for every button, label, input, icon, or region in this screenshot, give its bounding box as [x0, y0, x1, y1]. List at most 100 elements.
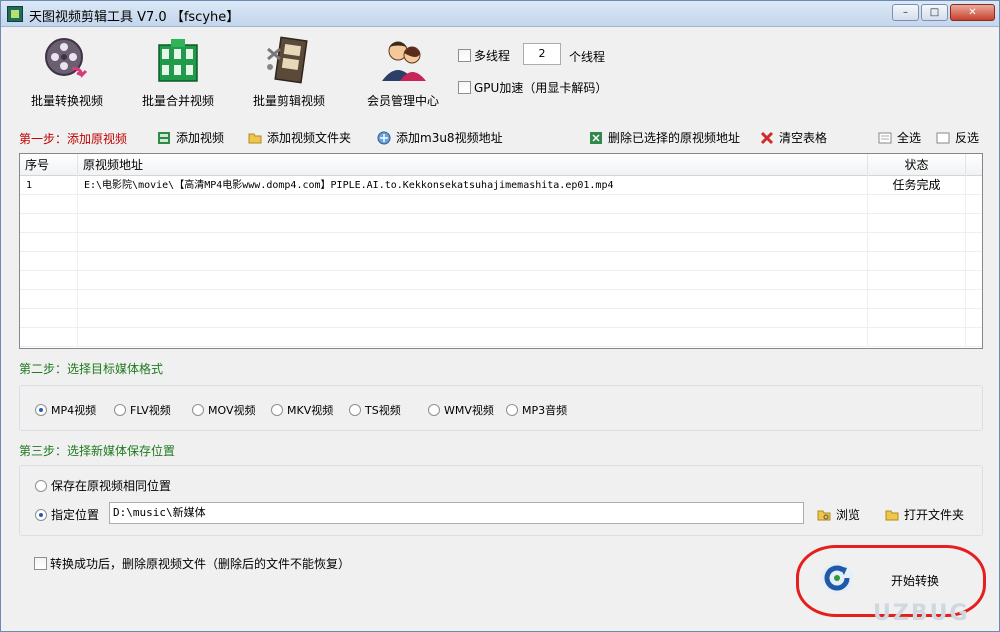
multithread-checkbox[interactable]	[458, 49, 471, 62]
watermark: UZBUG	[873, 601, 970, 626]
table-header: 序号 原视频地址 状态	[20, 154, 982, 176]
format-label: MP3音频	[522, 404, 568, 417]
film-reel-icon	[45, 38, 88, 78]
open-folder-icon	[885, 510, 899, 520]
batch-edit-label: 批量剪辑视频	[252, 94, 325, 108]
format-label: MOV视频	[208, 404, 256, 417]
select-all-icon	[878, 132, 892, 143]
format-option-mp4[interactable]: MP4视频	[35, 402, 96, 418]
table-row-empty	[20, 252, 982, 271]
format-option-wmv[interactable]: WMV视频	[428, 402, 494, 418]
step1-label: 第一步：添加原视频	[19, 132, 128, 146]
row-index: 1	[20, 176, 78, 195]
table-row-empty	[20, 309, 982, 328]
radio-button[interactable]	[35, 508, 47, 521]
browse-folder-icon	[817, 510, 831, 520]
format-option-flv[interactable]: FLV视频	[114, 402, 171, 418]
custom-location-label: 指定位置	[51, 508, 100, 522]
delete-source-checkbox[interactable]	[34, 557, 47, 570]
select-all-label: 全选	[897, 131, 922, 145]
close-button[interactable]: ✕	[950, 4, 995, 21]
window-controls: – □ ✕	[892, 4, 995, 21]
step2-label: 第二步：选择目标媒体格式	[19, 362, 164, 376]
format-option-mp3[interactable]: MP3音频	[506, 402, 567, 418]
window-title: 天图视频剪辑工具 V7.0 【fscyhe】	[29, 10, 240, 25]
add-m3u8-button[interactable]: 添加m3u8视频地址	[377, 129, 503, 146]
radio-button[interactable]	[428, 404, 440, 416]
invert-select-icon	[936, 132, 950, 143]
gpu-option[interactable]: GPU加速（用显卡解码）	[458, 79, 607, 96]
radio-button[interactable]	[506, 404, 518, 416]
format-label: TS视频	[365, 404, 401, 417]
clear-table-label: 清空表格	[779, 131, 828, 145]
format-group: MP4视频 FLV视频 MOV视频 MKV视频 TS视频 WMV视频 MP3音频	[19, 385, 983, 431]
minimize-button[interactable]: –	[892, 4, 919, 21]
film-strip-icon	[267, 36, 308, 84]
table-row-empty	[20, 328, 982, 347]
thread-count-input[interactable]: 2	[523, 43, 561, 65]
radio-button[interactable]	[349, 404, 361, 416]
multithread-option[interactable]: 多线程	[458, 47, 510, 64]
browse-button[interactable]: 浏览	[817, 506, 860, 523]
radio-button[interactable]	[192, 404, 204, 416]
delete-selected-button[interactable]: 删除已选择的原视频地址	[589, 129, 740, 146]
header-status[interactable]: 状态	[868, 154, 966, 176]
radio-button[interactable]	[35, 404, 47, 416]
delete-selected-label: 删除已选择的原视频地址	[608, 131, 741, 145]
add-folder-button[interactable]: 添加视频文件夹	[248, 129, 351, 146]
link-icon	[377, 131, 391, 144]
format-label: MP4视频	[51, 404, 97, 417]
table-row-empty	[20, 214, 982, 233]
thread-suffix-label: 个线程	[569, 50, 606, 64]
select-all-button[interactable]: 全选	[878, 129, 921, 146]
format-option-mkv[interactable]: MKV视频	[271, 402, 333, 418]
clear-table-button[interactable]: 清空表格	[760, 129, 827, 146]
table-row[interactable]: 1 E:\电影院\movie\【高清MP4电影www.domp4.com】PIP…	[20, 176, 982, 195]
table-row-empty	[20, 290, 982, 309]
delete-source-option[interactable]: 转换成功后，删除原视频文件（删除后的文件不能恢复）	[34, 555, 350, 572]
header-filler	[966, 154, 982, 176]
format-label: MKV视频	[287, 404, 334, 417]
format-label: FLV视频	[130, 404, 171, 417]
same-location-option[interactable]: 保存在原视频相同位置	[35, 477, 171, 494]
header-path[interactable]: 原视频地址	[78, 154, 868, 176]
refresh-icon	[821, 562, 853, 594]
add-video-button[interactable]: 添加视频	[157, 129, 224, 146]
custom-location-option[interactable]: 指定位置	[35, 506, 99, 523]
users-icon	[382, 41, 426, 81]
save-path-input[interactable]: D:\music\新媒体	[109, 502, 804, 524]
batch-edit-button[interactable]: 批量剪辑视频	[237, 33, 341, 113]
add-m3u8-label: 添加m3u8视频地址	[396, 131, 503, 145]
table-row-empty	[20, 271, 982, 290]
maximize-button[interactable]: □	[921, 4, 948, 21]
gpu-label: GPU加速（用显卡解码）	[474, 81, 608, 95]
radio-button[interactable]	[35, 479, 47, 492]
delete-list-icon	[590, 131, 602, 144]
start-convert-label: 开始转换	[891, 574, 940, 588]
delete-source-label: 转换成功后，删除原视频文件（删除后的文件不能恢复）	[50, 557, 351, 571]
member-center-label: 会员管理中心	[366, 94, 439, 108]
app-icon	[7, 6, 23, 22]
format-label: WMV视频	[444, 404, 494, 417]
invert-select-button[interactable]: 反选	[936, 129, 979, 146]
open-folder-button[interactable]: 打开文件夹	[885, 506, 964, 523]
batch-convert-button[interactable]: 批量转换视频	[15, 33, 119, 113]
add-folder-label: 添加视频文件夹	[267, 131, 352, 145]
radio-button[interactable]	[114, 404, 126, 416]
batch-merge-label: 批量合并视频	[141, 94, 214, 108]
format-option-ts[interactable]: TS视频	[349, 402, 401, 418]
header-index[interactable]: 序号	[20, 154, 78, 176]
clear-x-icon	[760, 131, 774, 144]
merge-blocks-icon	[158, 39, 198, 82]
radio-button[interactable]	[271, 404, 283, 416]
title-bar: 天图视频剪辑工具 V7.0 【fscyhe】 – □ ✕	[1, 1, 999, 27]
multithread-label: 多线程	[474, 49, 511, 63]
table-row-empty	[20, 233, 982, 252]
format-option-mov[interactable]: MOV视频	[192, 402, 255, 418]
member-center-button[interactable]: 会员管理中心	[351, 33, 455, 113]
video-table[interactable]: 序号 原视频地址 状态 1 E:\电影院\movie\【高清MP4电影www.d…	[19, 153, 983, 349]
batch-convert-label: 批量转换视频	[30, 94, 103, 108]
app-window: 天图视频剪辑工具 V7.0 【fscyhe】 – □ ✕ 批量转换视频 批量合并…	[0, 0, 1000, 632]
gpu-checkbox[interactable]	[458, 81, 471, 94]
batch-merge-button[interactable]: 批量合并视频	[126, 33, 230, 113]
